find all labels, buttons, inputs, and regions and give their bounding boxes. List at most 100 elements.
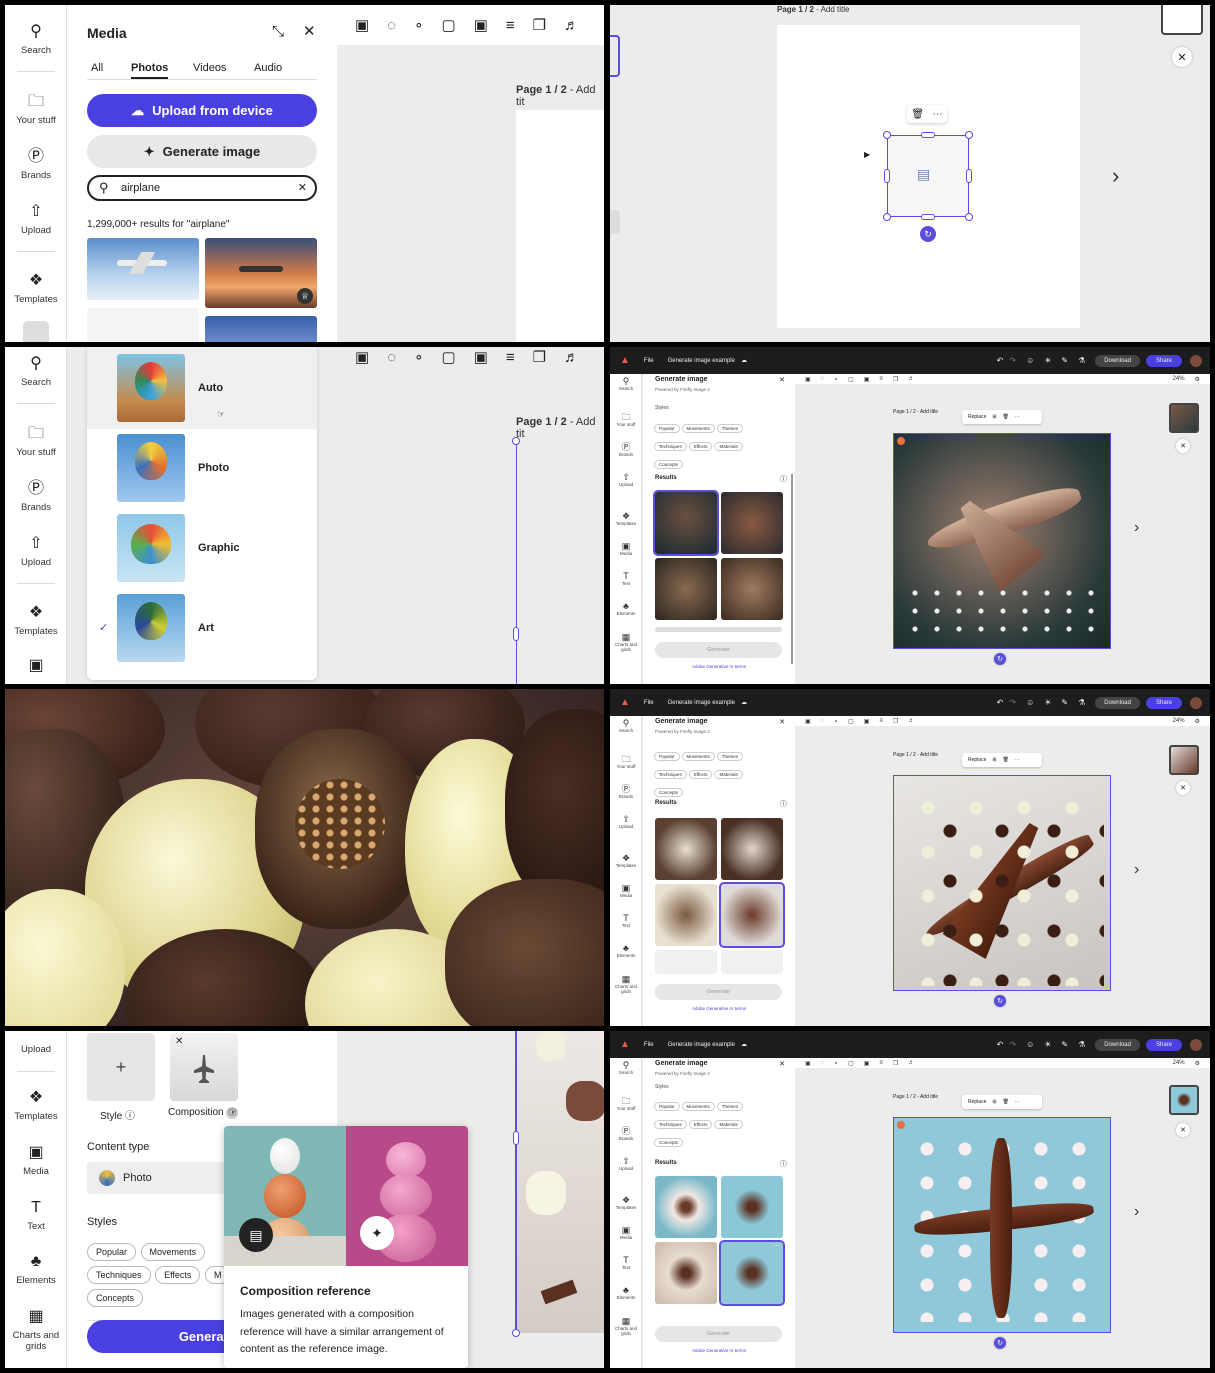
terms-link[interactable]: Adobe Generative AI terms <box>643 1348 795 1353</box>
redo-icon[interactable]: ↷ <box>1009 698 1016 707</box>
search-input[interactable]: ⚲ airplane ✕ <box>87 175 317 201</box>
elements-icon[interactable]: ♣ <box>610 943 642 953</box>
dropdown-option-photo[interactable]: Photo <box>198 462 229 474</box>
crop-icon[interactable]: ⊞ <box>992 1099 996 1105</box>
panel-edge-handle[interactable] <box>610 35 620 77</box>
rail-templates[interactable]: ❖ Templates <box>5 272 67 305</box>
result-2[interactable] <box>721 818 783 880</box>
lab-icon[interactable]: ⚗ <box>1078 356 1085 365</box>
lab-icon[interactable]: ⚗ <box>1078 698 1085 707</box>
resize-handle-tr[interactable] <box>965 131 973 139</box>
tips-icon[interactable]: ☀ <box>1044 356 1051 365</box>
account-icon[interactable]: ☺ <box>1026 356 1034 365</box>
terms-link[interactable]: Adobe Generative AI terms <box>643 664 795 669</box>
account-icon[interactable]: ☺ <box>1026 1040 1034 1049</box>
resize-handle[interactable] <box>512 1329 520 1337</box>
undo-icon[interactable]: ↶ <box>997 356 1004 365</box>
templates-icon[interactable]: ❖ <box>610 853 642 863</box>
comment-icon[interactable]: ✎ <box>1061 356 1068 365</box>
rotate-icon[interactable]: ↻ <box>920 226 936 242</box>
tips-icon[interactable]: ☀ <box>1044 698 1051 707</box>
close-icon[interactable]: ✕ <box>779 1060 785 1068</box>
result-2[interactable] <box>721 1176 783 1238</box>
result-3[interactable] <box>655 884 717 946</box>
page-thumbnail[interactable] <box>1169 403 1199 433</box>
rail-elements[interactable]: ♣ Elements <box>5 1253 67 1286</box>
page-thumbnail[interactable] <box>1161 5 1203 35</box>
resize-handle-top[interactable] <box>921 132 935 138</box>
comment-icon[interactable]: ✎ <box>1061 1040 1068 1049</box>
translate-icon[interactable]: ♬ <box>564 17 579 34</box>
result-4[interactable] <box>719 882 785 948</box>
rail-media-active[interactable] <box>23 321 49 342</box>
selected-canvas-edge[interactable] <box>516 441 604 684</box>
rail-your-stuff[interactable]: 🗀 Your stuff <box>5 93 67 126</box>
download-button[interactable]: Download <box>1095 354 1140 367</box>
doc-title[interactable]: Generate image example <box>668 700 735 706</box>
resize-handle[interactable] <box>512 437 520 445</box>
terms-link[interactable]: Adobe Generative AI terms <box>643 1006 795 1011</box>
next-page-chevron-icon[interactable]: › <box>1134 519 1139 537</box>
undo-icon[interactable]: ↶ <box>997 698 1004 707</box>
doc-title[interactable]: Generate image example <box>668 1042 735 1048</box>
search-icon[interactable]: ⚲ <box>610 1060 642 1070</box>
page-thumbnail[interactable] <box>1169 745 1199 775</box>
more-icon[interactable]: ⋯ <box>1015 1099 1020 1105</box>
rail-search[interactable]: ⚲ Search <box>5 23 67 56</box>
search-icon[interactable]: ⚲ <box>610 376 642 386</box>
templates-icon[interactable]: ❖ <box>610 511 642 521</box>
elements-icon[interactable]: ♣ <box>610 601 642 611</box>
result-1[interactable] <box>655 818 717 880</box>
folder-icon[interactable]: 🗀 <box>610 754 642 764</box>
file-menu[interactable]: File <box>644 358 654 364</box>
resize-handle-bl[interactable] <box>883 213 891 221</box>
close-icon[interactable]: ✕ <box>1176 439 1190 453</box>
next-page-chevron-icon[interactable]: › <box>1112 163 1119 189</box>
result-thumb-3[interactable] <box>87 308 199 342</box>
download-button[interactable]: Download <box>1095 1038 1140 1051</box>
undo-icon[interactable]: ↶ <box>997 1040 1004 1049</box>
templates-icon[interactable]: ❖ <box>610 1195 642 1205</box>
rotate-icon[interactable]: ↻ <box>994 653 1006 665</box>
replace-button[interactable]: Replace <box>968 757 986 763</box>
resize-handle-bottom[interactable] <box>921 214 935 220</box>
canvas-image-edge[interactable] <box>516 1031 604 1333</box>
rail-brands[interactable]: Ⓟ Brands <box>5 148 67 181</box>
charts-icon[interactable]: ▦ <box>610 632 642 642</box>
rail-templates[interactable]: ❖ Templates <box>5 1089 67 1122</box>
brand-icon[interactable]: Ⓟ <box>610 442 642 452</box>
media-icon[interactable]: ▣ <box>610 1225 642 1235</box>
generated-image-airplane[interactable] <box>893 433 1111 649</box>
avatar[interactable] <box>1190 1038 1202 1051</box>
account-icon[interactable]: ☺ <box>1026 698 1034 707</box>
charts-icon[interactable]: ▦ <box>610 1316 642 1326</box>
close-icon[interactable]: ✕ <box>779 718 785 726</box>
trash-icon[interactable]: 🗑 <box>1003 414 1009 420</box>
resize-handle-left[interactable] <box>513 627 519 641</box>
generate-image-button[interactable]: ✦ Generate image <box>87 135 317 168</box>
share-button[interactable]: Share <box>1145 1038 1182 1051</box>
text-icon[interactable]: T <box>610 913 642 923</box>
info-icon[interactable]: ⓘ <box>780 799 787 809</box>
add-style-reference-button[interactable]: + <box>87 1033 155 1101</box>
more-icon[interactable]: ⋯ <box>1015 757 1020 763</box>
more-icon[interactable]: ⋯ <box>933 109 943 120</box>
rail-templates[interactable]: ❖ Templates <box>5 604 67 637</box>
result-thumb-4[interactable] <box>205 316 317 342</box>
media-icon[interactable]: ▣ <box>610 541 642 551</box>
shapes-icon[interactable]: ∘ <box>414 16 423 34</box>
file-menu[interactable]: File <box>644 1042 654 1048</box>
text-icon[interactable]: T <box>610 1255 642 1265</box>
folder-icon[interactable]: 🗀 <box>610 412 642 422</box>
expand-icon[interactable]: ⤡ <box>272 23 284 40</box>
canvas-page[interactable] <box>516 110 604 342</box>
redo-icon[interactable]: ↷ <box>1009 1040 1016 1049</box>
align-icon[interactable]: ≡ <box>506 349 515 366</box>
resize-handle-left[interactable] <box>884 169 890 183</box>
tips-icon[interactable]: ☀ <box>1044 1040 1051 1049</box>
next-page-chevron-icon[interactable]: › <box>1134 861 1139 879</box>
rail-upload[interactable]: ⇧ Upload <box>5 203 67 236</box>
layers-icon[interactable]: ❐ <box>533 348 546 366</box>
avatar[interactable] <box>1190 354 1202 367</box>
result-4[interactable] <box>721 558 783 620</box>
